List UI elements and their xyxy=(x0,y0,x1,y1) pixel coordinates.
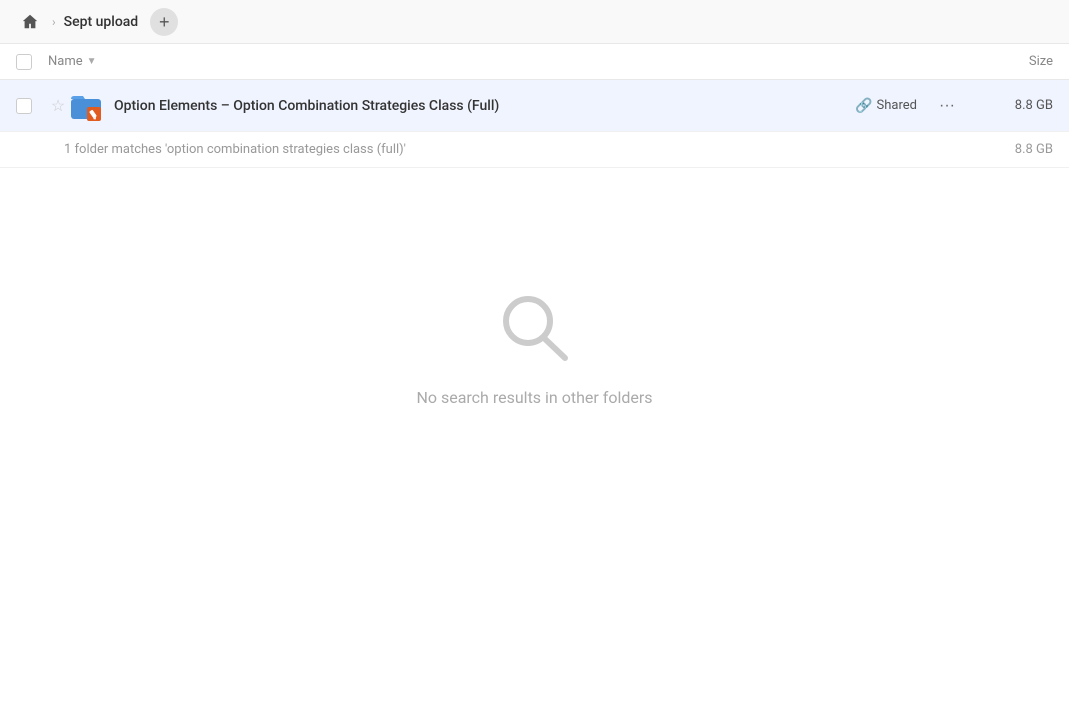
folder-icon xyxy=(69,89,103,123)
breadcrumb-chevron: › xyxy=(52,15,56,29)
home-icon xyxy=(21,13,39,31)
breadcrumb-label[interactable]: Sept upload xyxy=(64,14,139,30)
empty-state-text: No search results in other folders xyxy=(416,388,652,407)
file-size: 8.8 GB xyxy=(973,98,1053,113)
empty-state: No search results in other folders xyxy=(0,168,1069,407)
name-column-header[interactable]: Name ▼ xyxy=(48,54,973,69)
sort-icon: ▼ xyxy=(87,56,97,67)
column-header: Name ▼ Size xyxy=(0,44,1069,80)
shared-label: Shared xyxy=(877,98,917,113)
top-bar: › Sept upload + xyxy=(0,0,1069,44)
shared-badge: 🔗 Shared xyxy=(855,98,917,114)
more-options-button[interactable]: ··· xyxy=(933,92,961,120)
header-checkbox-col xyxy=(16,54,48,70)
summary-bar: 1 folder matches 'option combination str… xyxy=(0,132,1069,168)
size-column-header: Size xyxy=(973,54,1053,69)
file-name: Option Elements – Option Combination Str… xyxy=(114,98,855,114)
folder-icon-wrapper xyxy=(68,88,104,124)
star-icon[interactable]: ☆ xyxy=(48,96,68,115)
add-button[interactable]: + xyxy=(150,8,178,36)
row-checkbox[interactable] xyxy=(16,98,32,114)
link-icon: 🔗 xyxy=(855,98,872,114)
home-button[interactable] xyxy=(16,8,44,36)
file-row[interactable]: ☆ Option Elements – Option Combination S… xyxy=(0,80,1069,132)
summary-size: 8.8 GB xyxy=(1015,142,1053,157)
select-all-checkbox[interactable] xyxy=(16,54,32,70)
row-checkbox-col xyxy=(16,98,48,114)
summary-text: 1 folder matches 'option combination str… xyxy=(64,142,406,157)
search-icon-large xyxy=(495,288,575,368)
